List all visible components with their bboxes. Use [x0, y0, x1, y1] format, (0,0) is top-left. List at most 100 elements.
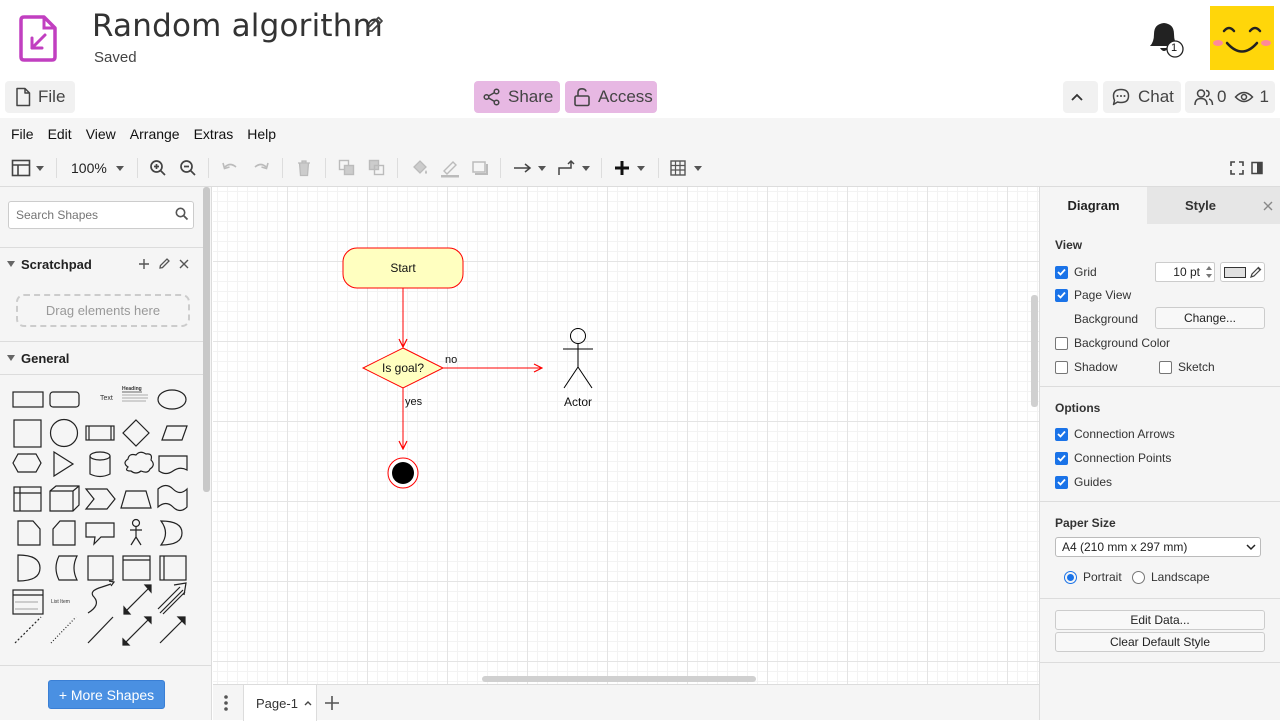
tab-diagram[interactable]: Diagram: [1040, 187, 1147, 224]
line-color-button[interactable]: [440, 158, 460, 178]
checkbox-checked[interactable]: [1055, 265, 1068, 279]
grid-color-button[interactable]: [1220, 262, 1265, 282]
collapse-header-button[interactable]: [1063, 81, 1098, 113]
search-shapes-input[interactable]: [8, 201, 194, 229]
shadow-button[interactable]: [471, 158, 489, 178]
trash-icon: [298, 160, 310, 177]
page-view-checkbox-row[interactable]: Page View: [1055, 288, 1131, 302]
page-menu-icon[interactable]: [223, 694, 229, 712]
edit-data-button[interactable]: Edit Data...: [1055, 610, 1265, 630]
actor-node[interactable]: [563, 328, 593, 389]
clear-default-style-button[interactable]: Clear Default Style: [1055, 632, 1265, 652]
grid-size-spinner-icon[interactable]: [1204, 263, 1214, 281]
landscape-radio-row[interactable]: Landscape: [1132, 570, 1210, 584]
diagram-canvas[interactable]: Start Is goal? no yes Actor: [213, 187, 1039, 684]
scratchpad-add-icon[interactable]: [138, 258, 150, 270]
scratchpad-dropzone[interactable]: Drag elements here: [16, 294, 190, 327]
sketch-checkbox-row[interactable]: Sketch: [1159, 360, 1215, 374]
paper-size-select[interactable]: A4 (210 mm x 297 mm): [1055, 537, 1261, 557]
chevron-down-icon: [36, 165, 44, 171]
background-color-checkbox-row[interactable]: Background Color: [1055, 336, 1170, 350]
menu-edit[interactable]: Edit: [48, 126, 72, 142]
sidebar-divider: [0, 374, 203, 375]
general-shapes-palette[interactable]: Text Heading List Item: [8, 383, 198, 653]
scratchpad-close-icon[interactable]: [178, 258, 190, 270]
scratchpad-edit-icon[interactable]: [158, 257, 171, 270]
shadow-checkbox-row[interactable]: Shadow: [1055, 360, 1117, 374]
portrait-radio-row[interactable]: Portrait: [1064, 570, 1122, 584]
redo-button[interactable]: [252, 158, 270, 178]
panel-divider: [1040, 598, 1280, 599]
checkbox-unchecked[interactable]: [1055, 360, 1068, 374]
close-panel-button[interactable]: [1254, 187, 1280, 224]
file-button[interactable]: File: [5, 81, 75, 113]
checkbox-checked[interactable]: [1055, 451, 1068, 465]
menu-file[interactable]: File: [11, 126, 34, 142]
shape-ellipse: [157, 389, 187, 410]
checkbox-checked[interactable]: [1055, 475, 1068, 489]
menu-help[interactable]: Help: [247, 126, 276, 142]
zoom-in-icon: [150, 160, 166, 176]
edit-pencil-icon[interactable]: [364, 14, 386, 36]
more-shapes-button[interactable]: + More Shapes: [48, 680, 165, 709]
format-panel-toggle[interactable]: [11, 158, 44, 178]
add-page-icon[interactable]: [324, 695, 340, 711]
canvas-vertical-scrollbar[interactable]: [1031, 295, 1038, 407]
diagram-title[interactable]: Random algorithm: [92, 8, 383, 44]
access-button[interactable]: Access: [565, 81, 657, 113]
delete-button[interactable]: [296, 158, 312, 178]
to-front-button[interactable]: [338, 158, 356, 178]
shape-text-label: Text: [100, 395, 113, 402]
connection-arrows-row[interactable]: Connection Arrows: [1055, 427, 1175, 441]
insert-button[interactable]: [614, 158, 645, 178]
access-button-label: Access: [598, 87, 653, 106]
shape-card: [52, 520, 76, 546]
viewers-count: 1: [1259, 87, 1269, 106]
checkbox-unchecked[interactable]: [1055, 336, 1068, 350]
radio-unselected[interactable]: [1132, 570, 1145, 584]
chat-button[interactable]: Chat: [1103, 81, 1181, 113]
table-button[interactable]: [670, 158, 702, 178]
sidebar-scrollbar[interactable]: [203, 187, 210, 492]
general-header[interactable]: General: [0, 342, 205, 374]
panel-divider: [1040, 501, 1280, 502]
canvas-horizontal-scrollbar[interactable]: [482, 676, 756, 682]
notifications-button[interactable]: 1: [1146, 18, 1186, 60]
share-button[interactable]: Share: [474, 81, 560, 113]
menu-view[interactable]: View: [86, 126, 116, 142]
grid-checkbox-row[interactable]: Grid: [1055, 265, 1097, 279]
app-logo-icon[interactable]: [18, 14, 58, 62]
close-icon: [1263, 201, 1272, 210]
checkbox-checked[interactable]: [1055, 288, 1068, 302]
zoom-out-button[interactable]: [179, 158, 197, 178]
waypoints-button[interactable]: [557, 158, 590, 178]
page-tab[interactable]: Page-1: [243, 685, 317, 721]
fill-color-button[interactable]: [410, 158, 430, 178]
menu-arrange[interactable]: Arrange: [130, 126, 180, 142]
shadow-label: Shadow: [1074, 360, 1118, 374]
guides-row[interactable]: Guides: [1055, 475, 1112, 489]
search-icon[interactable]: [175, 207, 189, 221]
fullscreen-button[interactable]: [1230, 158, 1244, 178]
connection-points-row[interactable]: Connection Points: [1055, 451, 1171, 465]
scratchpad-header[interactable]: Scratchpad: [0, 248, 205, 280]
to-back-button[interactable]: [368, 158, 386, 178]
chevron-up-icon: [1071, 93, 1083, 101]
toggle-format-button[interactable]: [1251, 158, 1263, 178]
menu-extras[interactable]: Extras: [194, 126, 234, 142]
avatar[interactable]: [1210, 6, 1274, 70]
shape-process: [85, 425, 115, 441]
checkbox-unchecked[interactable]: [1159, 360, 1172, 374]
checkbox-checked[interactable]: [1055, 427, 1068, 441]
zoom-in-button[interactable]: [149, 158, 167, 178]
shape-square: [13, 419, 42, 448]
connection-style-button[interactable]: [513, 158, 546, 178]
collaborators-button[interactable]: 0 1: [1185, 81, 1275, 113]
change-background-button[interactable]: Change...: [1155, 307, 1265, 329]
share-icon: [483, 88, 500, 106]
zoom-select[interactable]: 100%: [71, 158, 124, 178]
tab-style[interactable]: Style: [1147, 187, 1254, 224]
shape-bidirectional-arrow: [123, 584, 152, 615]
radio-selected[interactable]: [1064, 570, 1077, 584]
undo-button[interactable]: [221, 158, 239, 178]
